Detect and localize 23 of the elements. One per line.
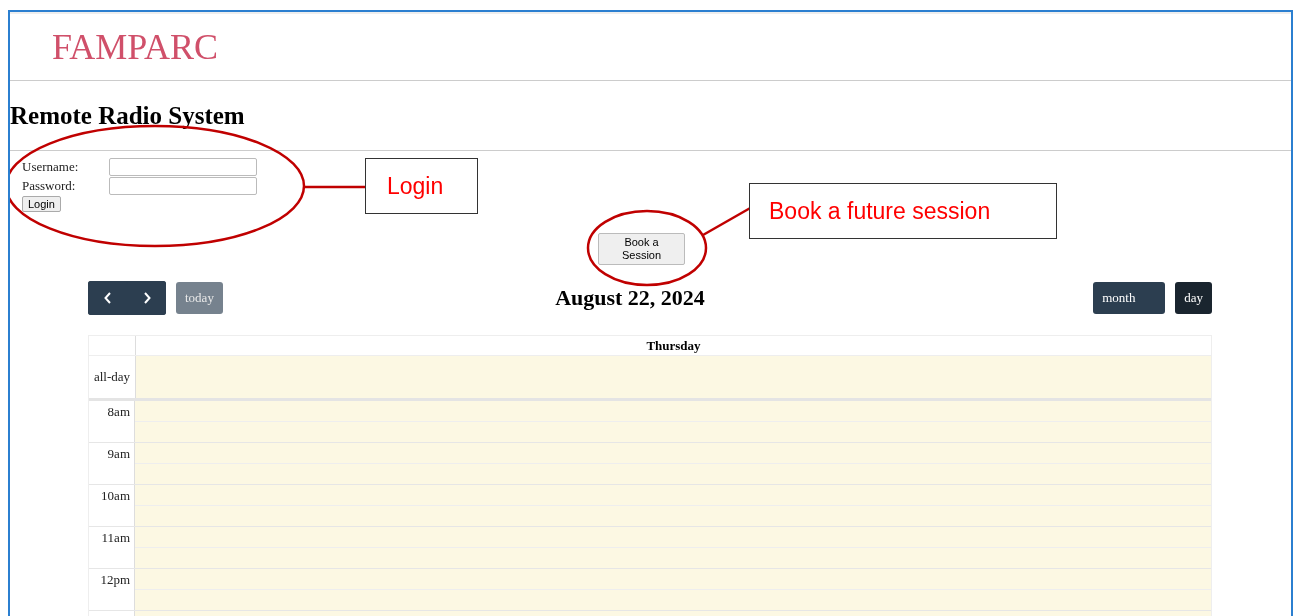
callout-box: Book a future session <box>749 183 1057 239</box>
field-label: Password: <box>22 178 77 194</box>
input-field[interactable] <box>109 158 257 176</box>
login-button[interactable]: Login <box>22 196 61 212</box>
time-label: 8am <box>107 404 130 420</box>
chevron-right-icon <box>141 291 152 305</box>
view-button[interactable]: month <box>1093 282 1166 314</box>
brand-logo: FAMPARC <box>52 26 219 68</box>
calendar-title: August 22, 2024 <box>555 285 705 311</box>
page-title: Remote Radio System <box>10 101 245 130</box>
input-field[interactable] <box>109 177 257 195</box>
view-button[interactable]: day <box>1175 282 1212 314</box>
time-label: 9am <box>107 446 130 462</box>
time-label: 11am <box>101 530 130 546</box>
chevron-left-icon <box>102 291 113 305</box>
book-session-button[interactable]: Book a Session <box>598 233 685 265</box>
day-header: Thursday <box>645 337 702 355</box>
callout-box: Login <box>365 158 478 214</box>
all-day-label: all-day <box>93 369 131 385</box>
field-label: Username: <box>22 159 80 175</box>
time-label: 12pm <box>100 572 130 588</box>
leader-line <box>305 185 366 189</box>
time-label: 10am <box>101 488 130 504</box>
